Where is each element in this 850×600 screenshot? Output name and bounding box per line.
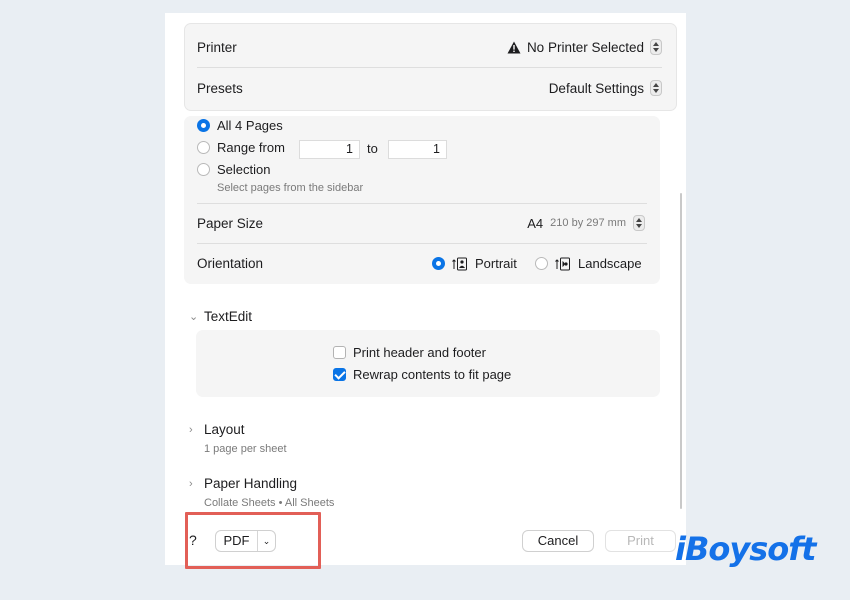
chevron-right-icon: ›	[189, 477, 193, 490]
presets-select[interactable]: Default Settings	[549, 80, 662, 96]
divider	[197, 203, 647, 204]
divider	[197, 67, 662, 68]
radio-all-pages[interactable]: All 4 Pages	[197, 118, 283, 133]
all-pages-label: All 4 Pages	[217, 118, 283, 133]
up-down-chevron-icon	[650, 39, 662, 55]
layout-section-toggle[interactable]: › Layout	[189, 422, 245, 437]
paper-size-select[interactable]: A4 210 by 297 mm	[527, 215, 645, 231]
printer-row[interactable]: Printer No Printer Selected	[197, 28, 662, 68]
print-dialog: Printer No Printer Selected Presets Defa…	[165, 13, 686, 565]
radio-icon	[197, 163, 210, 176]
paper-handling-section-toggle[interactable]: › Paper Handling	[189, 476, 297, 491]
divider	[197, 243, 647, 244]
paper-size-detail: 210 by 297 mm	[550, 217, 626, 229]
selection-hint: Select pages from the sidebar	[217, 182, 364, 194]
print-button[interactable]: Print	[605, 530, 676, 552]
orientation-label: Orientation	[197, 256, 264, 271]
up-down-chevron-icon	[650, 80, 662, 96]
rewrap-contents-checkbox[interactable]: Rewrap contents to fit page	[333, 367, 511, 382]
range-from-input[interactable]: 1	[299, 140, 360, 159]
printer-value: No Printer Selected	[526, 39, 644, 55]
portrait-icon	[452, 257, 467, 270]
radio-selected-icon	[197, 119, 210, 132]
pages-panel: All 4 Pages Range from 1 to 1 Selection …	[184, 116, 660, 284]
paper-size-label: Paper Size	[197, 216, 264, 231]
warning-icon	[507, 41, 521, 53]
radio-icon	[535, 257, 548, 270]
presets-row[interactable]: Presets Default Settings	[197, 69, 662, 109]
orientation-portrait-option[interactable]: Portrait	[432, 256, 517, 271]
portrait-label: Portrait	[475, 256, 517, 271]
layout-summary: 1 page per sheet	[204, 443, 287, 455]
paper-size-value: A4	[527, 215, 544, 231]
print-header-footer-label: Print header and footer	[353, 345, 486, 360]
range-to-label: to	[367, 141, 378, 156]
highlight-box	[185, 512, 321, 569]
radio-icon	[197, 141, 210, 154]
landscape-icon	[555, 257, 570, 270]
cancel-button[interactable]: Cancel	[522, 530, 594, 552]
checkbox-checked-icon	[333, 368, 346, 381]
checkbox-icon	[333, 346, 346, 359]
textedit-panel: Print header and footer Rewrap contents …	[196, 330, 660, 397]
print-header-footer-checkbox[interactable]: Print header and footer	[333, 345, 486, 360]
radio-range[interactable]: Range from	[197, 140, 285, 155]
range-to-input[interactable]: 1	[388, 140, 447, 159]
radio-selected-icon	[432, 257, 445, 270]
layout-section-title: Layout	[204, 422, 245, 437]
chevron-down-icon: ⌄	[189, 311, 199, 323]
landscape-label: Landscape	[578, 256, 642, 271]
printer-label: Printer	[197, 40, 237, 55]
textedit-section-toggle[interactable]: ⌄ TextEdit	[189, 309, 252, 324]
iboysoft-logo: iBoysoft	[675, 530, 816, 568]
radio-selection[interactable]: Selection	[197, 162, 270, 177]
orientation-landscape-option[interactable]: Landscape	[535, 256, 642, 271]
selection-label: Selection	[217, 162, 271, 177]
paper-handling-summary: Collate Sheets • All Sheets	[204, 497, 335, 509]
presets-label: Presets	[197, 81, 243, 96]
up-down-chevron-icon	[633, 215, 645, 231]
scrollbar[interactable]	[680, 193, 682, 509]
printer-presets-panel: Printer No Printer Selected Presets Defa…	[184, 23, 677, 111]
chevron-right-icon: ›	[189, 423, 193, 436]
rewrap-contents-label: Rewrap contents to fit page	[353, 367, 512, 382]
presets-value: Default Settings	[548, 80, 644, 96]
textedit-section-title: TextEdit	[204, 309, 253, 324]
paper-handling-section-title: Paper Handling	[204, 476, 298, 491]
printer-select[interactable]: No Printer Selected	[507, 39, 662, 55]
range-label: Range from	[217, 140, 285, 155]
